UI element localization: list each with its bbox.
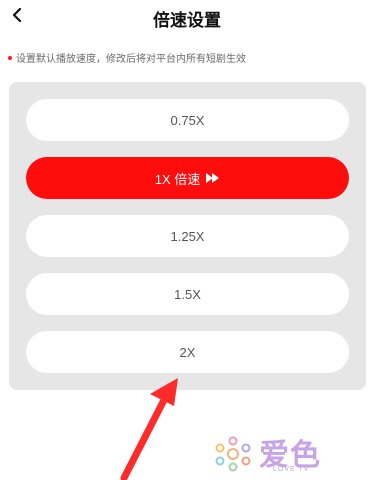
red-arrow-annotation <box>120 378 178 480</box>
page-title: 倍速设置 <box>153 11 221 30</box>
speed-option-label: 0.75X <box>170 112 205 128</box>
speed-option-label: 1.5X <box>174 286 201 302</box>
speed-option-1-25x[interactable]: 1.25X <box>26 215 349 257</box>
speed-option-1-5x[interactable]: 1.5X <box>26 273 349 315</box>
fast-forward-icon <box>206 173 220 183</box>
speed-option-1x-selected[interactable]: 1X 倍速 <box>26 157 349 199</box>
notice-dot <box>8 55 12 60</box>
watermark-subtext: LOVE TV <box>273 466 310 473</box>
watermark: 爱色 LOVE TV <box>213 430 343 478</box>
speed-option-label: 2X <box>179 344 196 360</box>
notice-text: 设置默认播放速度，修改后将对平台内所有短剧生效 <box>16 54 246 65</box>
speed-option-label: 1.25X <box>170 228 205 244</box>
speed-option-0-75x[interactable]: 0.75X <box>26 99 349 141</box>
speed-option-label: 1X 倍速 <box>154 171 201 187</box>
flower-logo-icon <box>213 434 253 479</box>
header: 倍速设置 <box>0 0 374 36</box>
settings-notice: 设置默认播放速度，修改后将对平台内所有短剧生效 <box>8 50 246 65</box>
speed-option-2x[interactable]: 2X <box>26 331 349 373</box>
